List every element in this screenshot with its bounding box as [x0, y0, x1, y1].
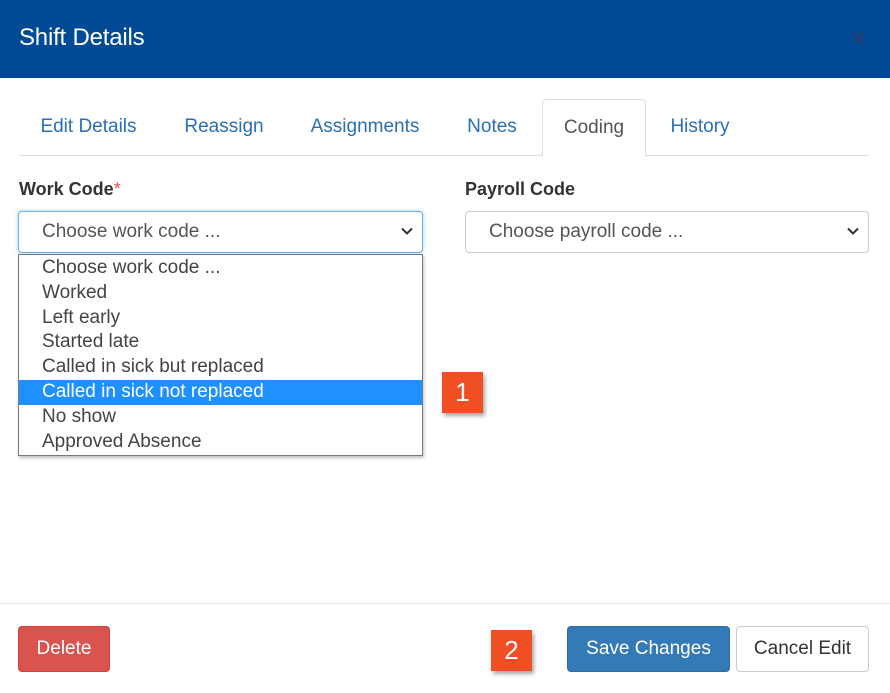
tab-history[interactable]: History	[657, 99, 743, 156]
work-code-option[interactable]: Called in sick but replaced	[19, 355, 422, 380]
chevron-down-icon	[401, 227, 413, 235]
work-code-options-list: Choose work code ... Worked Left early S…	[18, 254, 423, 456]
tab-assignments[interactable]: Assignments	[296, 99, 434, 156]
work-code-option[interactable]: Left early	[19, 306, 422, 331]
work-code-label-text: Work Code	[19, 179, 114, 199]
work-code-select-value: Choose work code ...	[42, 221, 221, 242]
cancel-edit-button[interactable]: Cancel Edit	[736, 626, 869, 672]
save-changes-button[interactable]: Save Changes	[567, 626, 730, 672]
tab-reassign[interactable]: Reassign	[170, 99, 278, 156]
tab-notes[interactable]: Notes	[451, 99, 533, 156]
tab-bar: Edit Details Reassign Assignments Notes …	[19, 99, 869, 157]
callout-badge-1: 1	[442, 372, 483, 413]
work-code-option[interactable]: Worked	[19, 281, 422, 306]
chevron-down-icon	[847, 227, 859, 235]
callout-badge-2: 2	[491, 630, 532, 671]
payroll-code-select-value: Choose payroll code ...	[489, 221, 684, 242]
shift-details-dialog: Shift Details × Edit Details Reassign As…	[0, 0, 890, 693]
required-marker: *	[113, 179, 121, 199]
tab-coding[interactable]: Coding	[542, 99, 646, 157]
work-code-option[interactable]: No show	[19, 405, 422, 430]
dialog-footer: Delete 2 Save Changes Cancel Edit	[0, 603, 890, 693]
delete-button[interactable]: Delete	[18, 626, 110, 672]
payroll-code-select[interactable]: Choose payroll code ...	[465, 211, 869, 253]
work-code-option[interactable]: Started late	[19, 330, 422, 355]
work-code-label: Work Code*	[19, 179, 121, 200]
payroll-code-label: Payroll Code	[465, 179, 576, 199]
work-code-option[interactable]: Choose work code ...	[19, 256, 422, 281]
dialog-header: Shift Details ×	[0, 0, 890, 78]
work-code-option[interactable]: Approved Absence	[19, 430, 422, 455]
work-code-option-highlighted[interactable]: Called in sick not replaced	[19, 379, 422, 405]
dialog-title: Shift Details	[19, 24, 145, 51]
work-code-select[interactable]: Choose work code ...	[18, 211, 423, 253]
tab-edit-details[interactable]: Edit Details	[19, 99, 158, 156]
close-icon[interactable]: ×	[846, 24, 870, 50]
